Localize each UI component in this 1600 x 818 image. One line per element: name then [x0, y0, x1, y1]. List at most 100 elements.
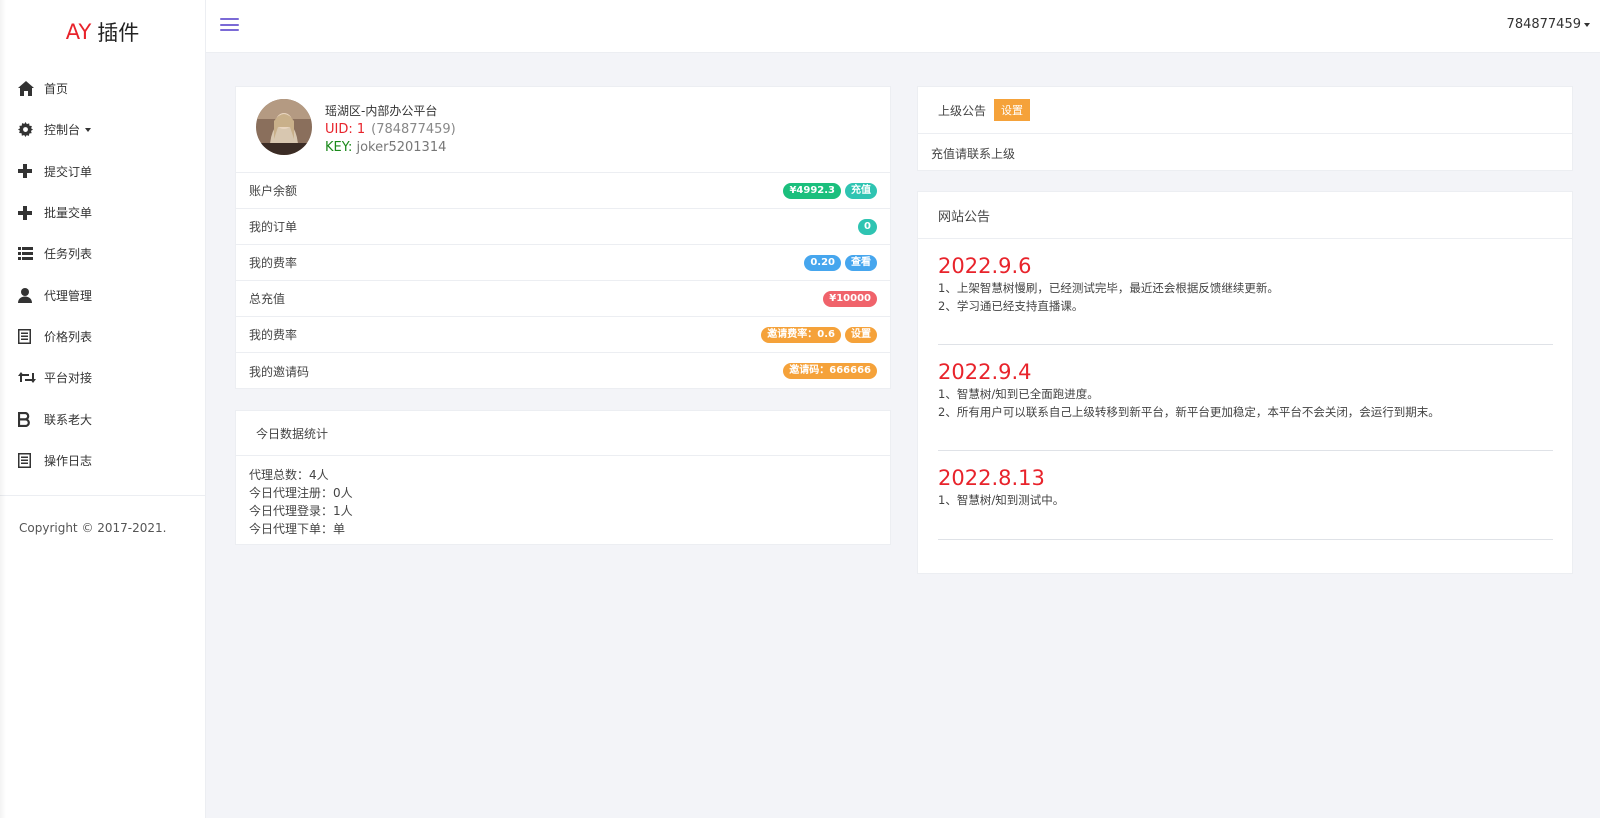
today-stats-title: 今日数据统计: [236, 411, 890, 456]
logo-text: 插件: [97, 21, 140, 45]
stat-label: 我的邀请码: [249, 364, 310, 379]
rate-badge: 0.20: [804, 254, 841, 271]
stat-line: 今日代理下单：单: [249, 522, 346, 536]
sidebar-item-label: 操作日志: [44, 453, 93, 468]
plus-icon: [18, 204, 44, 222]
profile-uid: UID: 1 (784877459): [325, 122, 456, 137]
uid-label: UID: 1: [325, 122, 366, 137]
sidebar-item-label: 首页: [44, 82, 69, 97]
sidebar-item-contact-boss[interactable]: 联系老大: [0, 398, 205, 439]
sidebar-item-platform-docking[interactable]: 平台对接: [0, 357, 205, 398]
stat-label: 我的订单: [249, 220, 298, 234]
retweet-icon: [18, 369, 44, 387]
topbar: 784877459: [206, 0, 1600, 53]
balance-badge: ¥4992.3: [783, 182, 841, 199]
superior-notice-card: 上级公告 设置 充值请联系上级: [917, 86, 1573, 171]
announcement-line: 1、智慧树/知到已全面跑进度。: [938, 387, 1099, 401]
announcement-line: 1、上架智慧树慢刷，已经测试完毕，最近还会根据反馈继续更新。: [938, 281, 1279, 295]
logo[interactable]: AY 插件: [0, 0, 205, 64]
sidebar-item-price-list[interactable]: 价格列表: [0, 316, 205, 357]
chevron-down-icon: [85, 127, 92, 132]
sidebar: AY 插件 首页 控制台 提交订单 批量交单 任务列表 代理管理 价格列表 平台…: [0, 0, 206, 818]
announcement-item: 2022.9.6 1、上架智慧树慢刷，已经测试完毕，最近还会根据反馈继续更新。 …: [938, 239, 1553, 345]
profile-card: 瑶湖区-内部办公平台 UID: 1 (784877459) KEY: joker5…: [235, 86, 891, 389]
stat-row-total-recharge: 总充值 ¥10000: [236, 281, 890, 317]
stat-label: 我的费率: [249, 256, 298, 270]
notice-title: 上级公告: [938, 103, 987, 118]
plus-icon: [18, 162, 44, 180]
sidebar-item-home[interactable]: 首页: [0, 68, 205, 109]
announcement-item: 2022.9.4 1、智慧树/知到已全面跑进度。 2、所有用户可以联系自己上级转…: [938, 345, 1553, 451]
invite-rate-badge: 邀请费率：0.6: [761, 326, 841, 343]
today-stats-card: 今日数据统计 代理总数：4人 今日代理注册：0人 今日代理登录：1人 今日代理下…: [235, 410, 891, 545]
profile-name: 瑶湖区-内部办公平台: [325, 104, 438, 118]
home-icon: [18, 80, 44, 98]
stat-label: 总充值: [249, 292, 286, 306]
sidebar-item-agent-management[interactable]: 代理管理: [0, 274, 205, 315]
stat-row-balance: 账户余额 ¥4992.3 充值: [236, 173, 890, 209]
announcement-date: 2022.9.4: [938, 360, 1032, 384]
sidebar-item-task-list[interactable]: 任务列表: [0, 233, 205, 274]
uid-account: (784877459): [371, 122, 456, 137]
bitcoin-icon: [18, 410, 44, 428]
menu-toggle-icon[interactable]: [220, 18, 239, 33]
list-icon: [18, 245, 44, 263]
sidebar-item-submit-order[interactable]: 提交订单: [0, 151, 205, 192]
sidebar-item-label: 联系老大: [44, 412, 93, 427]
sidebar-item-label: 价格列表: [44, 329, 93, 344]
announcement-line: 2、学习通已经支持直播课。: [938, 298, 1084, 313]
logo-accent: AY: [65, 20, 92, 44]
total-recharge-badge: ¥10000: [823, 290, 877, 307]
announcement-item: 2022.8.13 1、智慧树/知到测试中。: [938, 451, 1553, 540]
set-notice-button[interactable]: 设置: [994, 99, 1031, 121]
stat-line: 代理总数：4人: [249, 468, 329, 482]
invite-code-badge: 邀请码：666666: [783, 363, 877, 379]
notice-body: 充值请联系上级: [931, 147, 1016, 161]
announcement-list: 2022.9.6 1、上架智慧树慢刷，已经测试完毕，最近还会根据反馈继续更新。 …: [918, 239, 1572, 540]
avatar: [256, 99, 312, 155]
stat-row-orders: 我的订单 0: [236, 209, 890, 245]
recharge-button[interactable]: 充值: [845, 182, 877, 199]
sidebar-item-label: 提交订单: [44, 164, 93, 179]
key-label: KEY:: [325, 140, 353, 155]
stat-row-invite-rate: 我的费率 邀请费率：0.6 设置: [236, 317, 890, 353]
user-icon: [18, 286, 44, 304]
announcement-line: 1、智慧树/知到测试中。: [938, 493, 1065, 507]
site-announcements-card: 网站公告 2022.9.6 1、上架智慧树慢刷，已经测试完毕，最近还会根据反馈继…: [917, 191, 1573, 574]
announcement-date: 2022.9.6: [938, 254, 1032, 278]
stat-line: 今日代理登录：1人: [249, 504, 353, 518]
document-icon: [18, 327, 44, 345]
profile-key: KEY: joker5201314: [325, 140, 446, 155]
profile-header: 瑶湖区-内部办公平台 UID: 1 (784877459) KEY: joker5…: [236, 87, 890, 173]
sidebar-menu: 首页 控制台 提交订单 批量交单 任务列表 代理管理 价格列表 平台对接 联系老…: [0, 64, 205, 481]
sidebar-item-dashboard[interactable]: 控制台: [0, 109, 205, 150]
sidebar-item-operation-log[interactable]: 操作日志: [0, 440, 205, 481]
stat-row-rate: 我的费率 0.20 查看: [236, 245, 890, 281]
chevron-down-icon: [1584, 22, 1590, 27]
copyright: Copyright © 2017-2021.: [19, 520, 167, 535]
notice-header: 上级公告 设置: [918, 87, 1572, 134]
sidebar-item-label: 平台对接: [44, 371, 93, 386]
sidebar-item-label: 代理管理: [44, 288, 93, 303]
sidebar-item-label: 批量交单: [44, 206, 93, 221]
document-icon: [18, 451, 44, 469]
sidebar-item-label: 控制台: [44, 123, 81, 138]
gear-icon: [18, 121, 44, 139]
announcement-line: 2、所有用户可以联系自己上级转移到新平台，新平台更加稳定，本平台不会关闭，会运行…: [938, 404, 1440, 419]
site-announcements-title: 网站公告: [918, 192, 1572, 239]
user-menu[interactable]: 784877459: [1507, 17, 1590, 32]
today-stats-body: 代理总数：4人 今日代理注册：0人 今日代理登录：1人 今日代理下单：单: [236, 456, 890, 548]
orders-badge: 0: [858, 218, 877, 235]
announcement-date: 2022.8.13: [938, 466, 1045, 490]
sidebar-shadow: [0, 0, 6, 818]
stat-label: 我的费率: [249, 328, 298, 342]
stat-label: 账户余额: [249, 184, 298, 198]
stat-row-invite-code: 我的邀请码 邀请码：666666: [236, 353, 890, 389]
username: 784877459: [1506, 17, 1581, 32]
stat-line: 今日代理注册：0人: [249, 486, 353, 500]
view-rate-button[interactable]: 查看: [845, 254, 877, 271]
key-value: joker5201314: [356, 140, 447, 155]
sidebar-item-batch-order[interactable]: 批量交单: [0, 192, 205, 233]
sidebar-item-label: 任务列表: [44, 247, 93, 262]
set-invite-rate-button[interactable]: 设置: [845, 326, 877, 343]
